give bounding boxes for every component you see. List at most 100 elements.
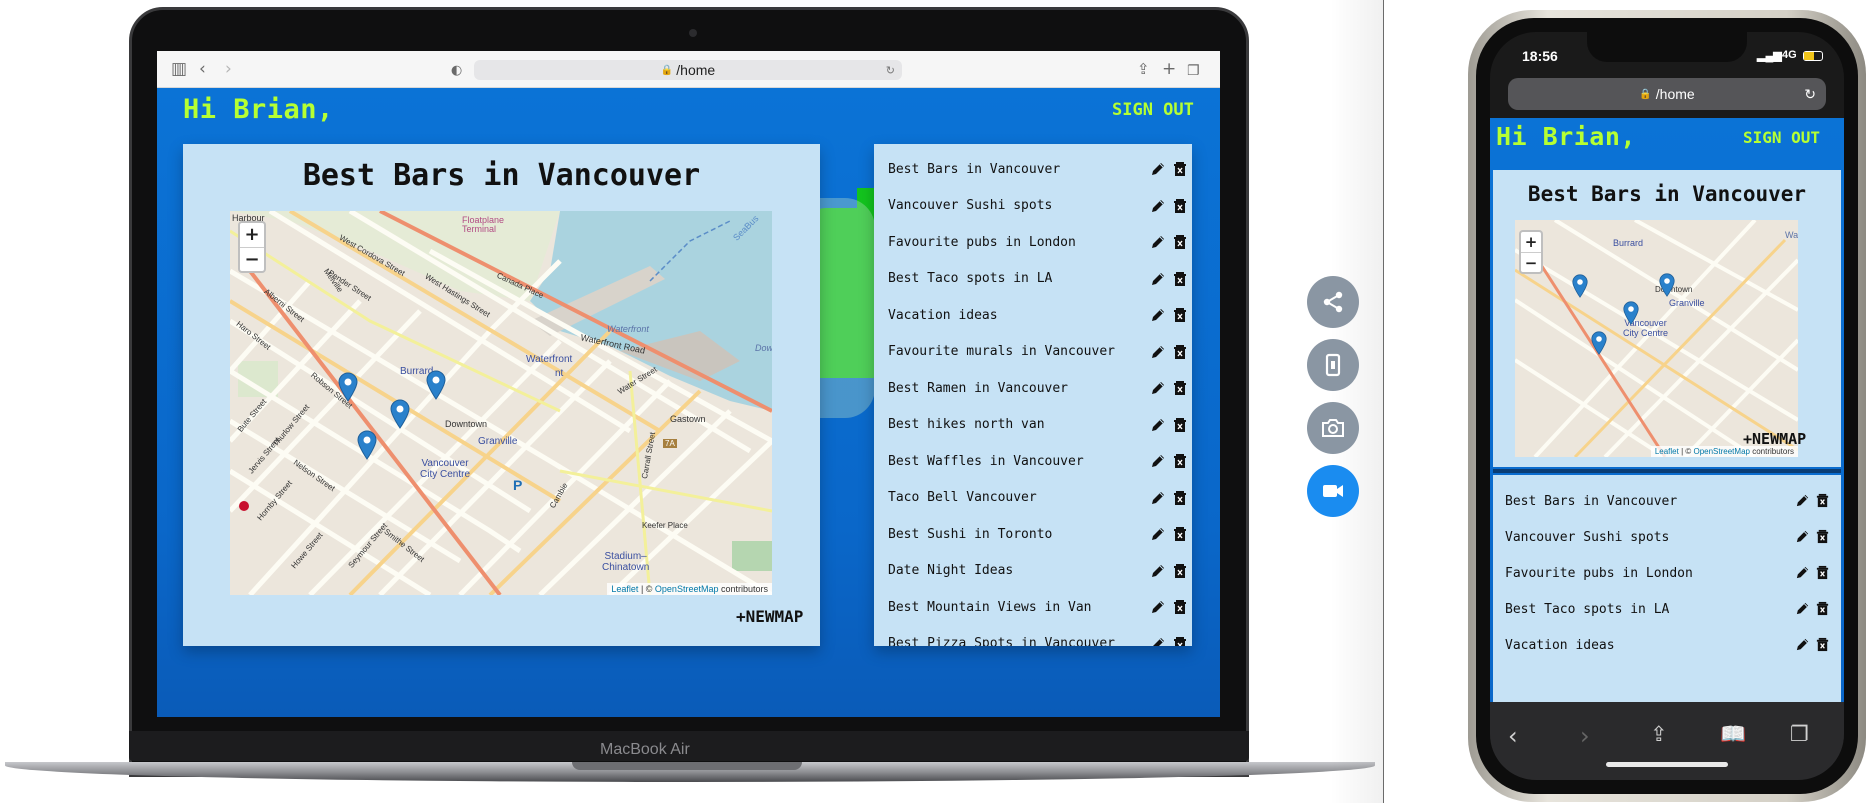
list-item-label[interactable]: Best Mountain Views in Van bbox=[888, 600, 1092, 615]
back-icon[interactable]: ‹ bbox=[1508, 722, 1518, 750]
sign-out-link[interactable]: SIGN OUT bbox=[1743, 128, 1820, 147]
new-map-button[interactable]: +NEWMAP bbox=[736, 607, 803, 626]
list-item-label[interactable]: Best Sushi in Toronto bbox=[888, 527, 1052, 542]
bookmarks-icon[interactable]: 📖 bbox=[1720, 722, 1746, 747]
list-item-label[interactable]: Date Night Ideas bbox=[888, 563, 1013, 578]
record-video-button[interactable] bbox=[1307, 465, 1359, 517]
list-item[interactable]: Best Taco spots in LA bbox=[1493, 595, 1841, 623]
delete-trash-icon[interactable] bbox=[1815, 565, 1830, 585]
list-item[interactable]: Favourite murals in Vancouver bbox=[874, 337, 1192, 367]
forward-icon[interactable]: › bbox=[1580, 722, 1590, 750]
list-item-label[interactable]: Best Bars in Vancouver bbox=[1505, 494, 1677, 509]
delete-trash-icon[interactable] bbox=[1815, 637, 1830, 657]
delete-trash-icon[interactable] bbox=[1172, 344, 1188, 365]
edit-pencil-icon[interactable] bbox=[1150, 636, 1166, 646]
sign-out-link[interactable]: SIGN OUT bbox=[1112, 100, 1194, 120]
osm-link[interactable]: OpenStreetMap bbox=[655, 584, 719, 594]
reload-icon[interactable]: ↻ bbox=[886, 64, 895, 77]
delete-trash-icon[interactable] bbox=[1172, 417, 1188, 438]
edit-pencil-icon[interactable] bbox=[1795, 601, 1810, 621]
share-button[interactable] bbox=[1307, 276, 1359, 328]
share-icon[interactable]: ⇪ bbox=[1650, 722, 1668, 746]
list-item-label[interactable]: Vancouver Sushi spots bbox=[1505, 530, 1669, 545]
new-map-button[interactable]: +NEWMAP bbox=[1743, 430, 1806, 448]
edit-pencil-icon[interactable] bbox=[1150, 271, 1166, 292]
edit-pencil-icon[interactable] bbox=[1795, 493, 1810, 513]
list-item-label[interactable]: Vancouver Sushi spots bbox=[888, 198, 1052, 213]
list-item[interactable]: Best Ramen in Vancouver bbox=[874, 373, 1192, 403]
list-item-label[interactable]: Best Pizza Spots in Vancouver bbox=[888, 636, 1115, 646]
delete-trash-icon[interactable] bbox=[1172, 453, 1188, 474]
map-marker[interactable] bbox=[426, 370, 446, 400]
zoom-out-button[interactable]: − bbox=[240, 247, 264, 271]
list-item[interactable]: Best Taco spots in LA bbox=[874, 264, 1192, 294]
list-item[interactable]: Best hikes north van bbox=[874, 410, 1192, 440]
new-tab-icon[interactable]: + bbox=[1162, 59, 1176, 79]
delete-trash-icon[interactable] bbox=[1172, 599, 1188, 620]
tabs-icon[interactable]: ❐ bbox=[1790, 722, 1809, 746]
list-item-label[interactable]: Best Taco spots in LA bbox=[1505, 602, 1669, 617]
list-item[interactable]: Best Mountain Views in Van bbox=[874, 592, 1192, 622]
edit-pencil-icon[interactable] bbox=[1150, 344, 1166, 365]
map-view[interactable]: Burrard Downtown Granville Vancouver Cit… bbox=[1515, 220, 1798, 457]
list-item[interactable]: Taco Bell Vancouver bbox=[874, 483, 1192, 513]
edit-pencil-icon[interactable] bbox=[1150, 563, 1166, 584]
list-item[interactable]: Vacation ideas bbox=[874, 300, 1192, 330]
map-marker[interactable] bbox=[1623, 300, 1639, 326]
leaflet-link[interactable]: Leaflet bbox=[1655, 447, 1679, 456]
list-item-label[interactable]: Taco Bell Vancouver bbox=[888, 490, 1037, 505]
delete-trash-icon[interactable] bbox=[1172, 636, 1188, 646]
map-marker[interactable] bbox=[1572, 273, 1588, 299]
delete-trash-icon[interactable] bbox=[1172, 307, 1188, 328]
device-toggle-button[interactable] bbox=[1307, 339, 1359, 391]
delete-trash-icon[interactable] bbox=[1172, 380, 1188, 401]
edit-pencil-icon[interactable] bbox=[1150, 417, 1166, 438]
list-item[interactable]: Best Pizza Spots in Vancouver bbox=[874, 629, 1192, 646]
privacy-shield-icon[interactable]: ◐ bbox=[451, 61, 462, 81]
screenshot-button[interactable] bbox=[1307, 402, 1359, 454]
list-item[interactable]: Vancouver Sushi spots bbox=[1493, 523, 1841, 551]
list-item[interactable]: Favourite pubs in London bbox=[1493, 559, 1841, 587]
sidebar-toggle-icon[interactable]: ▥ bbox=[171, 59, 187, 79]
list-item-label[interactable]: Vacation ideas bbox=[1505, 638, 1615, 653]
list-item[interactable]: Favourite pubs in London bbox=[874, 227, 1192, 257]
list-item-label[interactable]: Best Bars in Vancouver bbox=[888, 162, 1060, 177]
list-item-label[interactable]: Best Taco spots in LA bbox=[888, 271, 1052, 286]
edit-pencil-icon[interactable] bbox=[1150, 599, 1166, 620]
address-bar[interactable]: 🔒 /home ↻ bbox=[474, 60, 902, 80]
list-item-label[interactable]: Best Ramen in Vancouver bbox=[888, 381, 1068, 396]
delete-trash-icon[interactable] bbox=[1172, 271, 1188, 292]
leaflet-link[interactable]: Leaflet bbox=[611, 584, 638, 594]
list-item-label[interactable]: Best Waffles in Vancouver bbox=[888, 454, 1084, 469]
osm-link[interactable]: OpenStreetMap bbox=[1693, 447, 1749, 456]
edit-pencil-icon[interactable] bbox=[1150, 453, 1166, 474]
back-icon[interactable]: ‹ bbox=[199, 59, 206, 79]
list-item[interactable]: Date Night Ideas bbox=[874, 556, 1192, 586]
phone-address-bar[interactable]: 🔒 /home ↻ bbox=[1508, 78, 1826, 110]
delete-trash-icon[interactable] bbox=[1815, 601, 1830, 621]
edit-pencil-icon[interactable] bbox=[1795, 637, 1810, 657]
list-item-label[interactable]: Favourite pubs in London bbox=[888, 235, 1076, 250]
delete-trash-icon[interactable] bbox=[1815, 529, 1830, 549]
edit-pencil-icon[interactable] bbox=[1795, 565, 1810, 585]
list-item[interactable]: Best Sushi in Toronto bbox=[874, 519, 1192, 549]
delete-trash-icon[interactable] bbox=[1172, 198, 1188, 219]
map-marker[interactable] bbox=[1591, 330, 1607, 356]
delete-trash-icon[interactable] bbox=[1172, 563, 1188, 584]
map-marker[interactable] bbox=[338, 372, 358, 402]
edit-pencil-icon[interactable] bbox=[1150, 490, 1166, 511]
zoom-in-button[interactable]: + bbox=[1521, 232, 1541, 252]
edit-pencil-icon[interactable] bbox=[1150, 307, 1166, 328]
list-item-label[interactable]: Vacation ideas bbox=[888, 308, 998, 323]
reload-icon[interactable]: ↻ bbox=[1804, 86, 1816, 103]
tab-overview-icon[interactable]: ❐ bbox=[1187, 61, 1200, 81]
forward-icon[interactable]: › bbox=[225, 59, 232, 79]
list-item[interactable]: Vacation ideas bbox=[1493, 631, 1841, 659]
edit-pencil-icon[interactable] bbox=[1795, 529, 1810, 549]
edit-pencil-icon[interactable] bbox=[1150, 198, 1166, 219]
delete-trash-icon[interactable] bbox=[1172, 490, 1188, 511]
list-item-label[interactable]: Best hikes north van bbox=[888, 417, 1045, 432]
map-marker[interactable] bbox=[357, 430, 377, 460]
edit-pencil-icon[interactable] bbox=[1150, 380, 1166, 401]
list-item[interactable]: Best Bars in Vancouver bbox=[1493, 487, 1841, 515]
